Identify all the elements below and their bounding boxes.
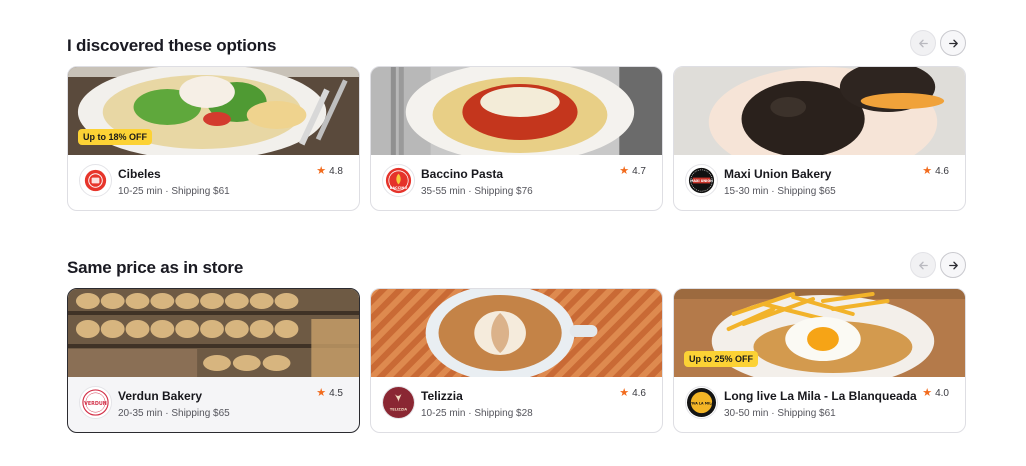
logo-text: BACCINO <box>390 186 408 190</box>
store-rating: ★ 4.6 <box>922 165 949 178</box>
arrow-right-icon <box>948 261 958 269</box>
store-name: Telizzia <box>421 389 463 403</box>
store-rating: ★ 4.7 <box>619 165 646 178</box>
store-card-long-live-la-mila[interactable]: Up to 25% OFF VIVA LA MILA Long live La … <box>673 288 966 433</box>
star-icon: ★ <box>619 387 630 399</box>
store-card-telizzia[interactable]: TELIZZIA Telizzia 10-25 min · Shipping $… <box>370 288 663 433</box>
store-name: Maxi Union Bakery <box>724 167 832 181</box>
store-logo: TELIZZIA <box>382 386 415 419</box>
store-image <box>371 67 662 155</box>
star-icon: ★ <box>316 165 327 177</box>
store-name: Verdun Bakery <box>118 389 203 403</box>
carousel-next-button[interactable] <box>940 252 966 278</box>
carousel-next-button[interactable] <box>940 30 966 56</box>
store-name: Baccino Pasta <box>421 167 504 181</box>
store-delivery-info: 10-25 min · Shipping $28 <box>421 408 533 419</box>
store-card-cibeles[interactable]: Up to 18% OFF Cibeles 10-25 min · Shippi… <box>67 66 360 211</box>
section-title: Same price as in store <box>67 258 244 277</box>
store-rating: ★ 4.5 <box>316 387 343 400</box>
store-image: Up to 25% OFF <box>674 289 965 377</box>
promo-badge: Up to 25% OFF <box>684 351 759 367</box>
logo-text: MAXI UNION <box>690 179 713 183</box>
store-delivery-info: 30-50 min · Shipping $61 <box>724 408 836 419</box>
store-rating: ★ 4.8 <box>316 165 343 178</box>
store-logo: VERDUN <box>79 386 112 419</box>
store-image <box>674 67 965 155</box>
rating-value: 4.6 <box>935 166 949 177</box>
arrow-left-icon <box>918 261 928 269</box>
rating-value: 4.0 <box>935 388 949 399</box>
store-card-baccino-pasta[interactable]: BACCINO Baccino Pasta 35-55 min · Shippi… <box>370 66 663 211</box>
store-logo <box>79 164 112 197</box>
store-rating: ★ 4.6 <box>619 387 646 400</box>
store-delivery-info: 20-35 min · Shipping $65 <box>118 408 230 419</box>
store-logo: MAXI UNION <box>685 164 718 197</box>
logo-text: VIVA LA MILA <box>689 401 714 405</box>
rating-value: 4.5 <box>329 388 343 399</box>
section-title: I discovered these options <box>67 36 277 55</box>
store-card-verdun-bakery[interactable]: VERDUN Verdun Bakery 20-35 min · Shippin… <box>67 288 360 433</box>
store-delivery-info: 15-30 min · Shipping $65 <box>724 186 836 197</box>
rating-value: 4.6 <box>632 388 646 399</box>
store-name: Long live La Mila - La Blanqueada <box>724 389 917 403</box>
rating-value: 4.7 <box>632 166 646 177</box>
star-icon: ★ <box>922 387 933 399</box>
star-icon: ★ <box>619 165 630 177</box>
store-image <box>68 289 359 377</box>
store-carousel: Up to 18% OFF Cibeles 10-25 min · Shippi… <box>67 66 966 212</box>
store-delivery-info: 10-25 min · Shipping $61 <box>118 186 230 197</box>
arrow-left-icon <box>918 39 928 47</box>
carousel-prev-button[interactable] <box>910 252 936 278</box>
store-delivery-info: 35-55 min · Shipping $76 <box>421 186 533 197</box>
store-image: Up to 18% OFF <box>68 67 359 155</box>
rating-value: 4.8 <box>329 166 343 177</box>
arrow-right-icon <box>948 39 958 47</box>
store-logo: VIVA LA MILA <box>685 386 718 419</box>
store-logo: BACCINO <box>382 164 415 197</box>
promo-badge: Up to 18% OFF <box>78 129 153 145</box>
store-name: Cibeles <box>118 167 161 181</box>
logo-text: VERDUN <box>84 401 107 407</box>
star-icon: ★ <box>922 165 933 177</box>
carousel-prev-button[interactable] <box>910 30 936 56</box>
logo-text: TELIZZIA <box>390 407 408 411</box>
store-rating: ★ 4.0 <box>922 387 949 400</box>
store-image <box>371 289 662 377</box>
star-icon: ★ <box>316 387 327 399</box>
store-carousel: VERDUN Verdun Bakery 20-35 min · Shippin… <box>67 288 966 434</box>
store-card-maxi-union-bakery[interactable]: MAXI UNION Maxi Union Bakery 15-30 min ·… <box>673 66 966 211</box>
